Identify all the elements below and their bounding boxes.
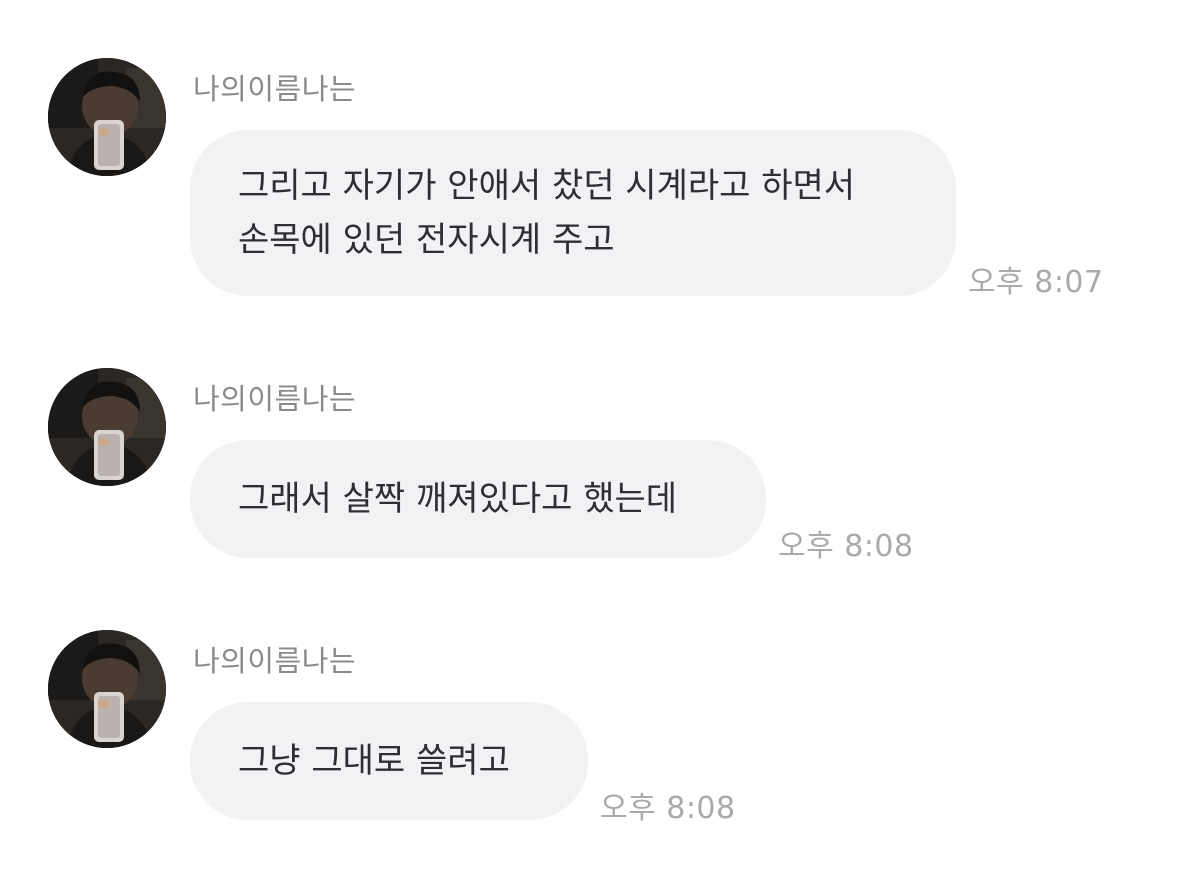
sender-name: 나의이름나는: [193, 644, 357, 678]
message-timestamp: 오후 8:08: [778, 529, 914, 564]
message-text: 그냥 그대로 쓸려고: [238, 741, 510, 781]
profile-photo-icon: [48, 630, 166, 748]
profile-photo-icon: [48, 368, 166, 486]
profile-photo-icon: [48, 58, 166, 176]
message-text: 그래서 살짝 깨져있다고 했는데: [238, 479, 678, 519]
sender-name: 나의이름나는: [193, 382, 357, 416]
avatar[interactable]: [48, 58, 166, 176]
message-bubble[interactable]: 그리고 자기가 안애서 찼던 시계라고 하면서 손목에 있던 전자시계 주고: [190, 130, 956, 296]
avatar[interactable]: [48, 368, 166, 486]
sender-name: 나의이름나는: [193, 72, 357, 106]
message-timestamp: 오후 8:07: [968, 265, 1104, 300]
message-bubble[interactable]: 그래서 살짝 깨져있다고 했는데: [190, 440, 766, 558]
message-timestamp: 오후 8:08: [600, 791, 736, 826]
message-bubble[interactable]: 그냥 그대로 쓸려고: [190, 702, 588, 820]
message-text: 손목에 있던 전자시계 주고: [238, 220, 615, 260]
message-text: 그리고 자기가 안애서 찼던 시계라고 하면서: [238, 166, 856, 206]
avatar[interactable]: [48, 630, 166, 748]
